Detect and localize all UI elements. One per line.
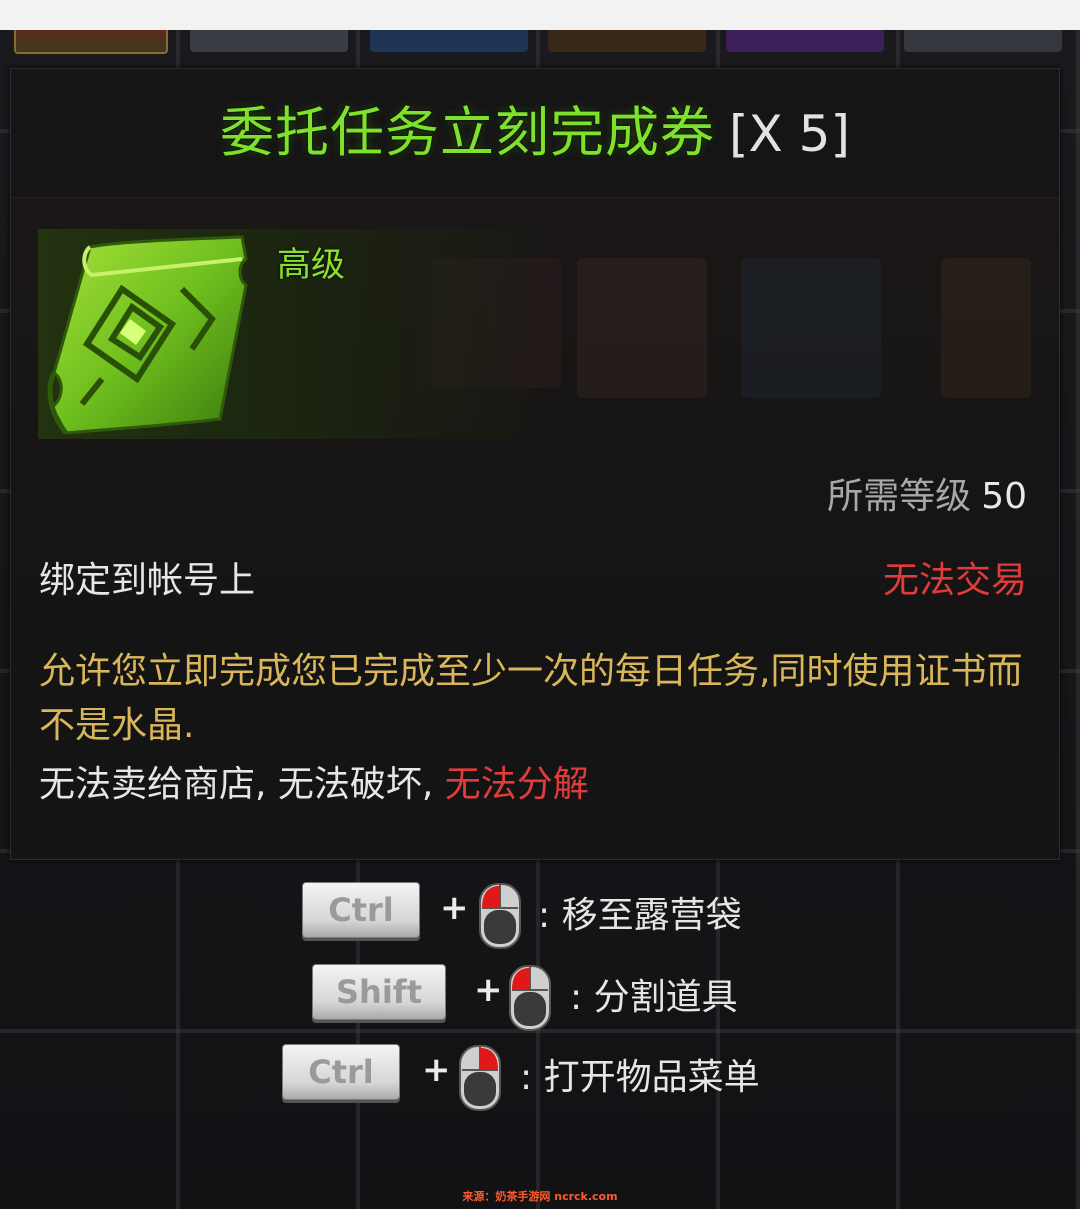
item-count: [X 5] — [729, 105, 850, 163]
required-level: 所需等级 50 — [827, 467, 1027, 519]
inventory-slot[interactable] — [726, 30, 884, 52]
plus-sign: + — [474, 970, 503, 1010]
open-item-menu-label: : 打开物品菜单 — [520, 1057, 760, 1098]
tooltip-title-bar: 委托任务立刻完成券 [X 5] — [11, 69, 1059, 198]
shift-key: Shift — [312, 964, 446, 1020]
item-tooltip: 委托任务立刻完成券 [X 5] 高级 所需等级 50 绑定到帐号上 无法交易 允… — [10, 68, 1060, 860]
ghost-slot-icon — [577, 258, 707, 398]
ctrl-key: Ctrl — [302, 882, 420, 938]
no-dismantle-text: 无法分解 — [444, 764, 589, 805]
required-level-label: 所需等级 — [827, 476, 972, 517]
inventory-slot[interactable] — [904, 30, 1062, 52]
inventory-slot[interactable] — [14, 30, 168, 54]
item-restrictions: 无法卖给商店, 无法破坏, 无法分解 — [39, 755, 589, 807]
item-name: 委托任务立刻完成券 — [220, 101, 715, 164]
item-description: 允许您立即完成您已完成至少一次的每日任务,同时使用证书而不是水晶. — [39, 651, 1023, 746]
trade-status: 无法交易 — [882, 560, 1027, 601]
mouse-icon — [479, 883, 521, 949]
mouse-icon — [459, 1045, 501, 1111]
ghost-slot-icon — [941, 258, 1031, 398]
required-level-value: 50 — [981, 476, 1027, 517]
split-item-label: : 分割道具 — [570, 977, 738, 1018]
hotkey-row-move: Ctrl + : 移至露营袋 — [300, 882, 780, 949]
ctrl-key: Ctrl — [282, 1044, 400, 1100]
green-scroll-icon — [47, 235, 248, 435]
inventory-slot[interactable] — [548, 30, 706, 52]
inventory-slot[interactable] — [190, 30, 348, 52]
plus-sign: + — [422, 1050, 451, 1090]
source-watermark: 来源：奶茶手游网 ncrck.com — [462, 1190, 618, 1203]
move-to-bag-label: : 移至露营袋 — [538, 895, 742, 936]
restrictions-text: 无法卖给商店, 无法破坏, — [39, 764, 445, 805]
item-grade: 高级 — [277, 245, 345, 285]
ghost-slot-icon — [741, 258, 881, 398]
inventory-slot[interactable] — [370, 30, 528, 52]
hotkey-row-split: Shift + : 分割道具 — [312, 964, 772, 1031]
hotkey-row-menu: Ctrl + : 打开物品菜单 — [280, 1044, 800, 1111]
mouse-icon — [509, 965, 551, 1031]
plus-sign: + — [440, 888, 469, 928]
inventory-slot-strip — [0, 30, 1080, 54]
bind-status: 绑定到帐号上 — [39, 560, 256, 601]
